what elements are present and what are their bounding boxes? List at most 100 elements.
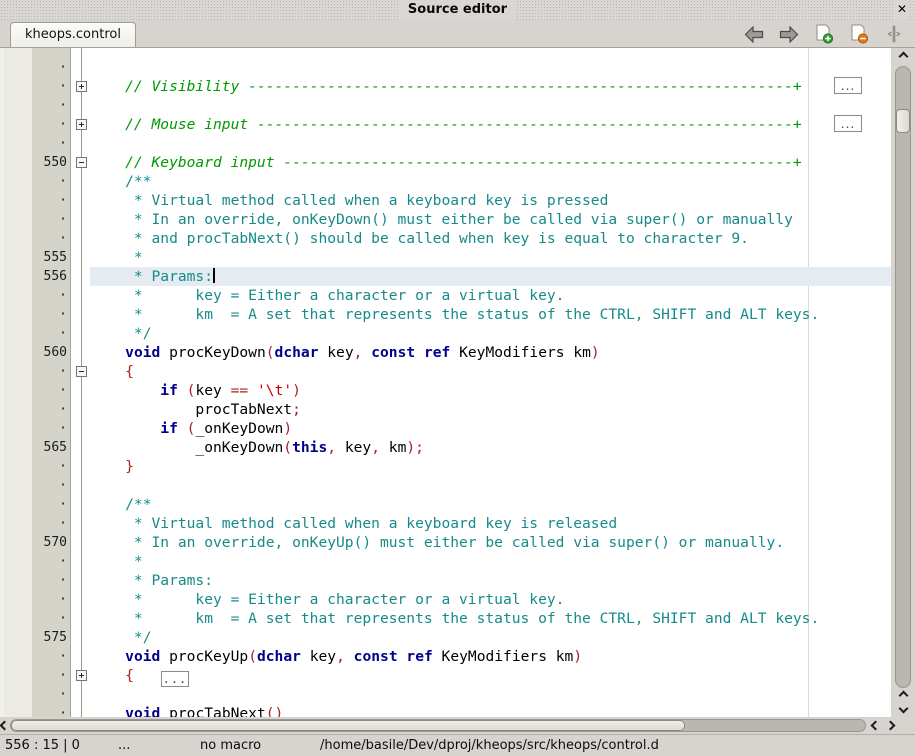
- code-text: {: [90, 362, 891, 381]
- code-line[interactable]: · void procKeyUp(dchar key, const ref Ke…: [0, 647, 891, 666]
- line-number: ·: [0, 419, 71, 438]
- vertical-scroll-track[interactable]: [895, 66, 911, 688]
- title-bar: Source editor ✕: [0, 0, 915, 20]
- fold-toggle-icon[interactable]: [76, 157, 87, 168]
- code-text: [90, 134, 891, 153]
- code-line[interactable]: ·: [0, 58, 891, 77]
- code-line[interactable]: 556 * Params:: [0, 267, 891, 286]
- scroll-down-button[interactable]: [891, 702, 915, 714]
- code-line[interactable]: · procTabNext;: [0, 400, 891, 419]
- close-document-button[interactable]: [848, 24, 870, 44]
- line-number: ·: [0, 514, 71, 533]
- tab-kheops-control[interactable]: kheops.control: [10, 22, 136, 47]
- line-number: ·: [0, 666, 71, 685]
- code-line[interactable]: · * Params:: [0, 571, 891, 590]
- code-text: if (key == '\t'): [90, 381, 891, 400]
- scroll-up-button-bottom[interactable]: [891, 689, 915, 701]
- vertical-scrollbar[interactable]: [891, 48, 915, 717]
- text-caret: [213, 268, 215, 283]
- code-line[interactable]: 575 */: [0, 628, 891, 647]
- code-line[interactable]: · /**: [0, 172, 891, 191]
- code-line[interactable]: ·: [0, 134, 891, 153]
- code-text: * and procTabNext() should be called whe…: [90, 229, 891, 248]
- vertical-scroll-thumb[interactable]: [896, 109, 910, 133]
- fold-toggle-icon[interactable]: [76, 366, 87, 377]
- code-line[interactable]: · {: [0, 362, 891, 381]
- caret-position: 556 : 15 | 0: [5, 737, 80, 755]
- fold-margin: [71, 571, 90, 590]
- source-editor-window: Source editor ✕ kheops.control: [0, 0, 915, 756]
- close-window-icon[interactable]: ✕: [894, 0, 910, 20]
- fold-margin: [71, 191, 90, 210]
- code-line[interactable]: · void procTabNext(): [0, 704, 891, 717]
- fold-margin: [71, 362, 90, 381]
- code-text: // Keyboard input ----------------------…: [90, 153, 891, 172]
- code-line[interactable]: 550 // Keyboard input ------------------…: [0, 153, 891, 172]
- code-line[interactable]: · * Virtual method called when a keyboar…: [0, 191, 891, 210]
- fold-toggle-icon[interactable]: [76, 81, 87, 92]
- go-forward-button[interactable]: [778, 24, 800, 44]
- code-line[interactable]: 570 * In an override, onKeyUp() must eit…: [0, 533, 891, 552]
- code-text: if (_onKeyDown): [90, 419, 891, 438]
- scroll-right-button[interactable]: [883, 717, 897, 734]
- line-number: 556: [0, 267, 71, 286]
- code-line[interactable]: · if (_onKeyDown): [0, 419, 891, 438]
- line-number: ·: [0, 134, 71, 153]
- fold-margin: [71, 172, 90, 191]
- editor-pane[interactable]: ·· // Visibility -----------------------…: [0, 47, 915, 717]
- fold-margin: [71, 704, 90, 717]
- horizontal-scrollbar[interactable]: [0, 717, 915, 734]
- code-line[interactable]: · * key = Either a character or a virtua…: [0, 286, 891, 305]
- chevron-right-icon: [885, 721, 895, 731]
- code-line[interactable]: · */: [0, 324, 891, 343]
- code-line[interactable]: · * Virtual method called when a keyboar…: [0, 514, 891, 533]
- split-view-button[interactable]: [883, 24, 905, 44]
- code-text: * In an override, onKeyUp() must either …: [90, 533, 891, 552]
- code-line[interactable]: · * km = A set that represents the statu…: [0, 305, 891, 324]
- status-bar: 556 : 15 | 0 ... no macro /home/basile/D…: [0, 734, 915, 756]
- line-number: ·: [0, 609, 71, 628]
- splitter-icon: [887, 25, 901, 43]
- code-text: * In an override, onKeyDown() must eithe…: [90, 210, 891, 229]
- arrow-right-icon: [779, 26, 799, 43]
- fold-margin: [71, 381, 90, 400]
- fold-toggle-icon[interactable]: [76, 670, 87, 681]
- fold-margin: [71, 647, 90, 666]
- line-number: ·: [0, 58, 71, 77]
- code-text: * Params:: [90, 571, 891, 590]
- scroll-up-button[interactable]: [891, 50, 915, 62]
- code-line[interactable]: · * and procTabNext() should be called w…: [0, 229, 891, 248]
- fold-margin: [71, 438, 90, 457]
- code-text: _onKeyDown(this, key, km);: [90, 438, 891, 457]
- code-line[interactable]: 565 _onKeyDown(this, key, km);: [0, 438, 891, 457]
- code-line[interactable]: 560 void procKeyDown(dchar key, const re…: [0, 343, 891, 362]
- code-line[interactable]: · if (key == '\t'): [0, 381, 891, 400]
- chevron-left-icon: [870, 721, 880, 731]
- code-line[interactable]: · * km = A set that represents the statu…: [0, 609, 891, 628]
- folded-code-ellipsis[interactable]: ...: [834, 77, 862, 94]
- horizontal-scroll-thumb[interactable]: [11, 720, 685, 731]
- code-line[interactable]: · * In an override, onKeyDown() must eit…: [0, 210, 891, 229]
- folded-code-ellipsis[interactable]: ...: [834, 115, 862, 132]
- fold-margin: [71, 666, 90, 685]
- code-text: [90, 476, 891, 495]
- code-line[interactable]: · // Visibility ------------------------…: [0, 77, 891, 96]
- code-line[interactable]: 555 *: [0, 248, 891, 267]
- code-line[interactable]: · * key = Either a character or a virtua…: [0, 590, 891, 609]
- code-line[interactable]: · // Mouse input -----------------------…: [0, 115, 891, 134]
- code-line[interactable]: · {...: [0, 666, 891, 685]
- new-document-button[interactable]: [813, 24, 835, 44]
- fold-toggle-icon[interactable]: [76, 119, 87, 130]
- code-line[interactable]: ·: [0, 685, 891, 704]
- line-number: 550: [0, 153, 71, 172]
- code-line[interactable]: · /**: [0, 495, 891, 514]
- line-number: ·: [0, 362, 71, 381]
- line-number: ·: [0, 115, 71, 134]
- scroll-left-button-right[interactable]: [868, 717, 882, 734]
- code-line[interactable]: ·: [0, 476, 891, 495]
- line-number: ·: [0, 96, 71, 115]
- code-line[interactable]: ·: [0, 96, 891, 115]
- code-line[interactable]: · }: [0, 457, 891, 476]
- code-line[interactable]: · *: [0, 552, 891, 571]
- go-back-button[interactable]: [743, 24, 765, 44]
